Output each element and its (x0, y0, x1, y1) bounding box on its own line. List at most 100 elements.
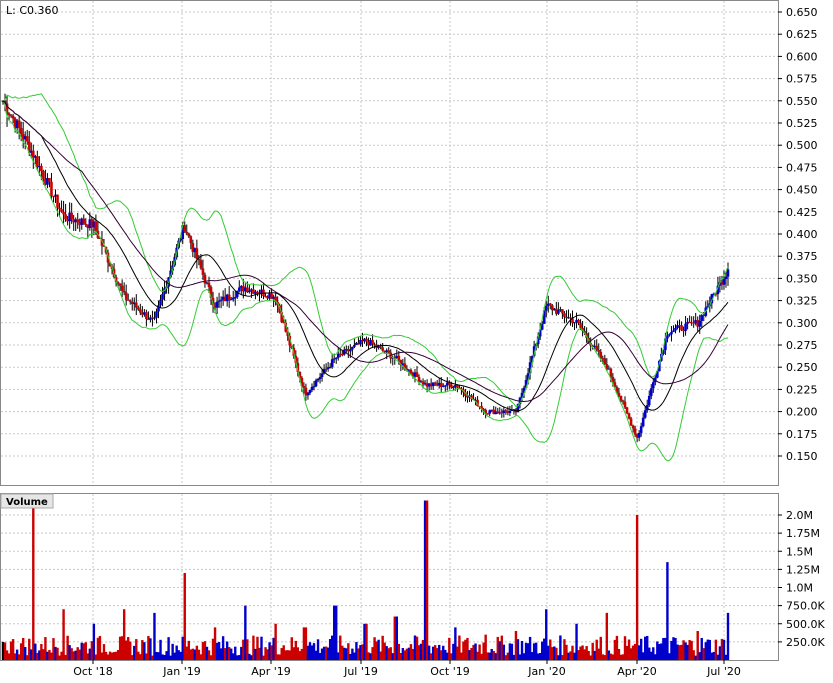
price-tick-label: 0.350 (786, 272, 818, 285)
volume-bar (62, 609, 65, 660)
price-tick-label: 0.600 (786, 50, 818, 63)
candle-body (237, 287, 241, 292)
candle-body (397, 355, 401, 360)
candle-body (312, 386, 316, 388)
candle-body (40, 165, 43, 172)
volume-panel-frame (0, 493, 779, 661)
candle-body (248, 290, 251, 293)
candle-body (670, 332, 673, 335)
candle-body (579, 323, 582, 328)
candle-body (82, 218, 86, 224)
candle-body (569, 317, 572, 319)
candle-body (306, 393, 310, 396)
volume-tick-label: 250.0K (786, 636, 825, 649)
candle-body (631, 425, 635, 429)
candle-body (310, 386, 314, 390)
volume-tick-label: 1.25M (786, 563, 820, 576)
candle-body (647, 395, 651, 406)
candle-body (621, 400, 625, 402)
candle-body (185, 231, 189, 234)
x-tick-label: Apr '20 (617, 665, 657, 678)
candle-body (353, 345, 356, 347)
candle-body (649, 388, 653, 396)
candle-body (724, 276, 728, 280)
candle-body (199, 260, 203, 269)
candle-body (316, 378, 320, 381)
candle-body (595, 345, 599, 351)
candle-body (351, 346, 354, 350)
candle-body (189, 236, 193, 244)
candle-body (139, 309, 142, 313)
candle-body (201, 268, 205, 275)
candle-body (674, 328, 677, 331)
x-tick-label: Jan '20 (527, 665, 565, 678)
candle-body (651, 382, 655, 389)
price-tick-label: 0.400 (786, 228, 818, 241)
volume-tick-label: 500.0K (786, 618, 825, 631)
candle-body (122, 290, 126, 293)
price-tick-label: 0.650 (786, 6, 818, 19)
candle-body (726, 269, 730, 277)
x-tick-label: Oct '19 (430, 665, 470, 678)
price-tick-label: 0.525 (786, 117, 818, 130)
price-tick-label: 0.175 (786, 428, 818, 441)
candle-body (118, 283, 122, 286)
candle-body (229, 299, 233, 301)
volume-tick-label: 750.0K (786, 600, 825, 613)
candle-body (233, 297, 237, 299)
candle-body (25, 136, 29, 142)
x-tick-label: Apr '19 (251, 665, 291, 678)
candle-body (42, 171, 45, 180)
price-tick-label: 0.325 (786, 295, 818, 308)
candle-body (64, 214, 67, 220)
candle-body (183, 225, 187, 232)
candle-body (619, 395, 623, 401)
candle-body (666, 335, 669, 339)
candle-body (56, 194, 59, 208)
candle-body (625, 407, 629, 414)
candle-body (48, 177, 51, 182)
volume-bar (635, 515, 639, 660)
volume-bar (335, 605, 338, 660)
candle-body (508, 410, 512, 414)
price-tick-label: 0.250 (786, 361, 818, 374)
price-tick-label: 0.150 (786, 450, 818, 463)
candle-body (680, 325, 683, 331)
candle-body (217, 300, 221, 302)
volume-tick-label: 1.75M (786, 527, 820, 540)
volume-tick-label: 1.0M (786, 582, 813, 595)
candle-body (328, 366, 332, 368)
volume-bar (32, 504, 35, 660)
candle-body (722, 279, 726, 285)
x-tick-label: Jul '20 (706, 665, 741, 678)
candle-body (58, 207, 61, 210)
candle-body (153, 317, 156, 319)
candle-body (137, 307, 140, 310)
x-tick-label: Jan '19 (162, 665, 200, 678)
chart-svg: 0.650 0.625 0.600 0.575 0.550 0.525 0.500 0.475… (0, 0, 833, 683)
candle-body (637, 432, 641, 438)
candle-body (227, 294, 231, 300)
candle-body (324, 368, 328, 370)
price-tick-label: 0.275 (786, 339, 818, 352)
candle-body (643, 410, 647, 418)
x-tick-label: Oct '18 (73, 665, 113, 678)
candle-body (577, 319, 580, 324)
last-price-label: L: C0.360 (6, 4, 59, 17)
candle-body (452, 387, 455, 389)
candle-body (7, 113, 11, 116)
x-tick-label: Jul '19 (343, 665, 378, 678)
stock-chart: 0.650 0.625 0.600 0.575 0.550 0.525 0.500 0.475… (0, 0, 833, 683)
candle-body (684, 323, 687, 331)
candle-body (603, 358, 607, 365)
candle-body (155, 311, 158, 318)
candle-body (629, 418, 633, 426)
candle-body (415, 372, 419, 378)
candle-body (334, 357, 338, 359)
candle-body (433, 382, 437, 385)
candle-body (318, 377, 322, 379)
candle-body (573, 322, 576, 324)
candle-body (672, 330, 675, 333)
candle-body (349, 349, 352, 352)
candle-body (561, 309, 564, 314)
